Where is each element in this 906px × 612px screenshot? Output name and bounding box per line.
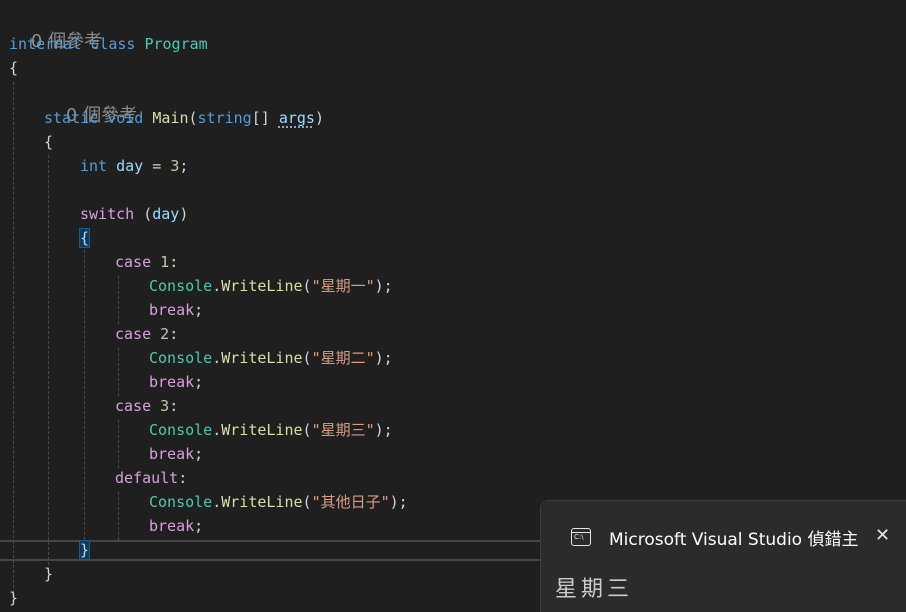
indent-guide bbox=[118, 276, 119, 324]
number: 3 bbox=[170, 157, 180, 175]
keyword: void bbox=[107, 109, 144, 127]
type-name: Console bbox=[149, 277, 213, 295]
number: 3 bbox=[160, 397, 170, 415]
parameter: args bbox=[278, 109, 315, 127]
method-name: WriteLine bbox=[221, 493, 303, 511]
codelens-references[interactable]: 0 個參考 bbox=[8, 6, 102, 52]
brace-match-highlight: { bbox=[78, 228, 91, 248]
method-name: WriteLine bbox=[221, 277, 303, 295]
indent-guide bbox=[118, 420, 119, 468]
method-name: Main bbox=[152, 109, 189, 127]
code-line: int day = 3; bbox=[80, 157, 189, 175]
keyword: string bbox=[197, 109, 252, 127]
brace-match-highlight: } bbox=[78, 540, 91, 560]
keyword: case bbox=[115, 325, 152, 343]
code-line: Console.WriteLine("星期三"); bbox=[149, 421, 393, 439]
code-line: internal class Program bbox=[9, 32, 208, 56]
string-literal: "其他日子" bbox=[311, 493, 390, 511]
code-line: break; bbox=[149, 373, 204, 391]
indent-guide bbox=[84, 250, 85, 550]
string-literal: "星期二" bbox=[311, 349, 375, 367]
console-title: Microsoft Visual Studio 偵錯主 bbox=[609, 530, 859, 550]
code-line: case 2: bbox=[115, 325, 179, 343]
keyword: break bbox=[149, 301, 195, 319]
indent-guide bbox=[13, 82, 14, 598]
keyword: break bbox=[149, 517, 195, 535]
string-literal: "星期一" bbox=[311, 277, 375, 295]
code-line: case 1: bbox=[115, 253, 179, 271]
code-line: switch (day) bbox=[80, 205, 189, 223]
keyword: case bbox=[115, 253, 152, 271]
indent-guide bbox=[118, 348, 119, 396]
keyword: internal bbox=[9, 35, 82, 53]
debug-console-window[interactable]: C:\ Microsoft Visual Studio 偵錯主 ✕ 星期三 bbox=[540, 500, 906, 612]
console-title-bar[interactable]: C:\ Microsoft Visual Studio 偵錯主 ✕ bbox=[541, 501, 906, 573]
method-name: WriteLine bbox=[221, 349, 303, 367]
code-line: } bbox=[44, 565, 54, 583]
type-name: Console bbox=[149, 421, 213, 439]
code-line: break; bbox=[149, 517, 204, 535]
keyword: break bbox=[149, 445, 195, 463]
keyword: break bbox=[149, 373, 195, 391]
close-icon[interactable]: ✕ bbox=[875, 525, 890, 547]
number: 1 bbox=[160, 253, 170, 271]
indent-guide bbox=[48, 155, 49, 575]
codelens-references[interactable]: 0 個參考 bbox=[43, 80, 137, 126]
type-name: Console bbox=[149, 349, 213, 367]
code-line: { bbox=[78, 226, 91, 250]
code-line: Console.WriteLine("星期一"); bbox=[149, 277, 393, 295]
class-name: Program bbox=[144, 35, 208, 53]
string-literal: "星期三" bbox=[311, 421, 375, 439]
code-line: { bbox=[44, 133, 54, 151]
code-line: break; bbox=[149, 301, 204, 319]
console-app-icon: C:\ bbox=[571, 528, 591, 546]
console-output-text: 星期三 bbox=[555, 577, 634, 602]
keyword: class bbox=[90, 35, 136, 53]
code-line: Console.WriteLine("星期二"); bbox=[149, 349, 393, 367]
keyword: default bbox=[115, 469, 179, 487]
code-line: } bbox=[78, 538, 91, 562]
type-name: Console bbox=[149, 493, 213, 511]
keyword: int bbox=[80, 157, 108, 175]
method-name: WriteLine bbox=[221, 421, 303, 439]
code-line: default: bbox=[115, 469, 188, 487]
keyword: case bbox=[115, 397, 152, 415]
code-line: } bbox=[9, 589, 19, 607]
indent-guide bbox=[118, 492, 119, 540]
variable: day bbox=[116, 157, 144, 175]
keyword: switch bbox=[80, 205, 135, 223]
keyword: static bbox=[44, 109, 99, 127]
console-icon-label: C:\ bbox=[574, 533, 584, 541]
code-line: Console.WriteLine("其他日子"); bbox=[149, 493, 408, 511]
variable: day bbox=[152, 205, 180, 223]
code-line: break; bbox=[149, 445, 204, 463]
code-line: case 3: bbox=[115, 397, 179, 415]
code-line: static void Main(string[] args) bbox=[44, 109, 324, 127]
code-line: { bbox=[9, 59, 19, 77]
number: 2 bbox=[160, 325, 170, 343]
